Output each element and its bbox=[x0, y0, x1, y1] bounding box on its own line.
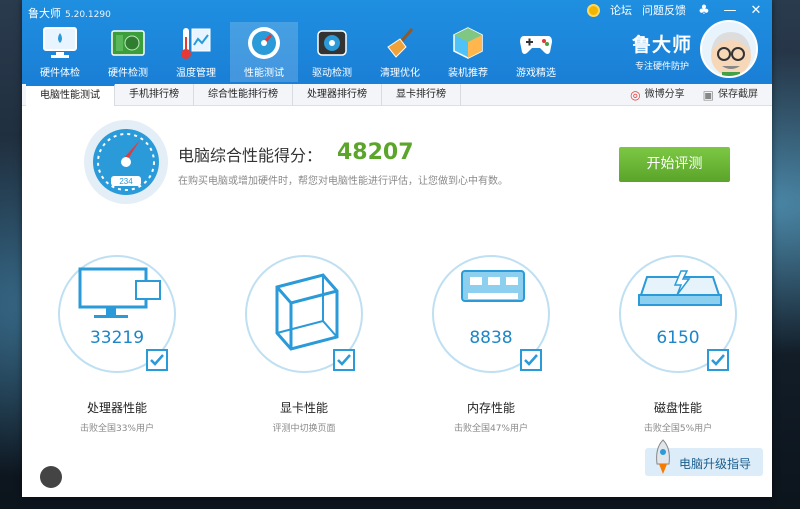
disk-performance-sub: 击败全国5%用户 bbox=[643, 424, 713, 434]
toolbar-temperature[interactable]: 温度管理 bbox=[162, 22, 230, 82]
brand-logo: 鲁大师 专注硬件防护 bbox=[632, 30, 692, 72]
save-screenshot-label: 保存截屏 bbox=[718, 89, 758, 100]
cat-icon[interactable] bbox=[40, 466, 62, 488]
toolbar-label: 温度管理 bbox=[176, 68, 216, 79]
start-test-button[interactable]: 开始评测 bbox=[619, 147, 730, 182]
weibo-share-button[interactable]: ◎ 微博分享 bbox=[630, 84, 684, 106]
score-subtitle: 在购买电脑或增加硬件时，帮您对电脑性能进行评估，让您做到心中有数。 bbox=[178, 176, 508, 187]
tab-gpu-ranking[interactable]: 显卡排行榜 bbox=[382, 84, 461, 106]
score-panel: 234 电脑综合性能得分： 48207 在购买电脑或增加硬件时，帮您对电脑性能进… bbox=[84, 120, 734, 220]
app-name: 鲁大师 bbox=[28, 7, 61, 20]
skin-icon[interactable]: ♣ bbox=[696, 3, 712, 18]
cube-icon bbox=[449, 24, 487, 62]
gpu-performance-sub: 评测中切换页面 bbox=[272, 424, 336, 434]
tab-pc-performance[interactable]: 电脑性能测试 bbox=[26, 84, 115, 106]
toolbar-hardware-detect[interactable]: 硬件检测 bbox=[94, 22, 162, 82]
gear-chip-icon bbox=[313, 24, 351, 62]
upgrade-guide-button[interactable]: 电脑升级指导 bbox=[645, 439, 763, 476]
gpu-performance-label: 显卡性能 bbox=[279, 401, 328, 415]
toolbar-label: 驱动检测 bbox=[312, 68, 352, 79]
toolbar-games[interactable]: 游戏精选 bbox=[502, 22, 570, 82]
brand-name: 鲁大师 bbox=[631, 34, 692, 56]
upgrade-guide-label: 电脑升级指导 bbox=[679, 457, 752, 471]
gamepad-icon bbox=[517, 24, 555, 62]
main-toolbar: 硬件体检 硬件检测 温度管理 性能测试 驱动检测 清理优化 装机推荐 游戏精选 bbox=[26, 22, 570, 82]
app-title: 鲁大师 5.20.1290 bbox=[28, 5, 111, 21]
toolbar-cleanup[interactable]: 清理优化 bbox=[366, 22, 434, 82]
toolbar-driver-detect[interactable]: 驱动检测 bbox=[298, 22, 366, 82]
camera-icon: ▣ bbox=[702, 88, 714, 102]
cpu-performance-label: 处理器性能 bbox=[86, 401, 147, 415]
memory-performance-sub: 击败全国47%用户 bbox=[453, 424, 528, 434]
toolbar-label: 性能测试 bbox=[244, 68, 284, 79]
gpu-performance-card: 显卡性能 评测中切换页面 bbox=[224, 255, 384, 435]
broom-icon bbox=[381, 24, 419, 62]
speed-gauge-icon bbox=[245, 24, 283, 62]
window-controls: 论坛 问题反馈 ♣ — ✕ bbox=[587, 2, 764, 18]
rocket-icon bbox=[651, 438, 675, 478]
title-bar: 鲁大师 5.20.1290 论坛 问题反馈 ♣ — ✕ 硬件体检 硬件检测 温度… bbox=[22, 0, 772, 84]
toolbar-label: 装机推荐 bbox=[448, 68, 488, 79]
tab-cpu-ranking[interactable]: 处理器排行榜 bbox=[293, 84, 382, 106]
memory-performance-card: 8838 内存性能 击败全国47%用户 bbox=[411, 255, 571, 435]
score-title: 电脑综合性能得分： bbox=[178, 146, 323, 165]
toolbar-build-recommend[interactable]: 装机推荐 bbox=[434, 22, 502, 82]
toolbar-label: 硬件体检 bbox=[40, 68, 80, 79]
memory-performance-label: 内存性能 bbox=[466, 401, 515, 415]
feedback-link[interactable]: 问题反馈 bbox=[642, 2, 686, 18]
close-button[interactable]: ✕ bbox=[748, 3, 764, 18]
cpu-score: 33219 bbox=[89, 328, 145, 348]
score-value: 48207 bbox=[337, 140, 414, 165]
share-area: ◎ 微博分享 ▣ 保存截屏 bbox=[630, 84, 758, 106]
monitor-health-icon bbox=[41, 24, 79, 62]
thermometer-chart-icon bbox=[177, 24, 215, 62]
mascot-avatar[interactable] bbox=[700, 20, 758, 78]
tab-bar: 电脑性能测试 手机排行榜 综合性能排行榜 处理器排行榜 显卡排行榜 ◎ 微博分享… bbox=[22, 84, 772, 106]
app-version: 5.20.1290 bbox=[65, 10, 111, 20]
medal-icon[interactable] bbox=[587, 3, 600, 17]
checkbox-checked-icon bbox=[333, 349, 355, 371]
toolbar-label: 硬件检测 bbox=[108, 68, 148, 79]
toolbar-label: 清理优化 bbox=[380, 68, 420, 79]
cpu-performance-card: 33219 处理器性能 击败全国33%用户 bbox=[37, 255, 197, 435]
disk-performance-label: 磁盘性能 bbox=[653, 401, 702, 415]
toolbar-performance-test[interactable]: 性能测试 bbox=[230, 22, 298, 82]
toolbar-hardware-health[interactable]: 硬件体检 bbox=[26, 22, 94, 82]
disk-performance-card: 6150 磁盘性能 击败全国5%用户 bbox=[598, 255, 758, 435]
weibo-share-label: 微博分享 bbox=[644, 89, 685, 100]
brand-slogan: 专注硬件防护 bbox=[634, 62, 689, 72]
toolbar-label: 游戏精选 bbox=[516, 68, 556, 79]
tab-overall-ranking[interactable]: 综合性能排行榜 bbox=[194, 84, 293, 106]
disk-score: 6150 bbox=[656, 328, 700, 348]
speed-gauge-icon: 234 bbox=[84, 120, 168, 204]
save-screenshot-button[interactable]: ▣ 保存截屏 bbox=[703, 84, 758, 106]
app-window: 鲁大师 5.20.1290 论坛 问题反馈 ♣ — ✕ 硬件体检 硬件检测 温度… bbox=[22, 0, 772, 497]
checkbox-checked-icon bbox=[520, 349, 542, 371]
cpu-performance-sub: 击败全国33%用户 bbox=[79, 424, 154, 434]
forum-link[interactable]: 论坛 bbox=[610, 2, 632, 18]
tab-phone-ranking[interactable]: 手机排行榜 bbox=[115, 84, 194, 106]
gauge-reading: 234 bbox=[119, 177, 133, 186]
checkbox-checked-icon bbox=[707, 349, 729, 371]
memory-score: 8838 bbox=[469, 328, 513, 348]
circuit-board-icon bbox=[109, 24, 147, 62]
minimize-button[interactable]: — bbox=[722, 3, 738, 18]
weibo-icon: ◎ bbox=[630, 88, 641, 102]
checkbox-checked-icon bbox=[146, 349, 168, 371]
